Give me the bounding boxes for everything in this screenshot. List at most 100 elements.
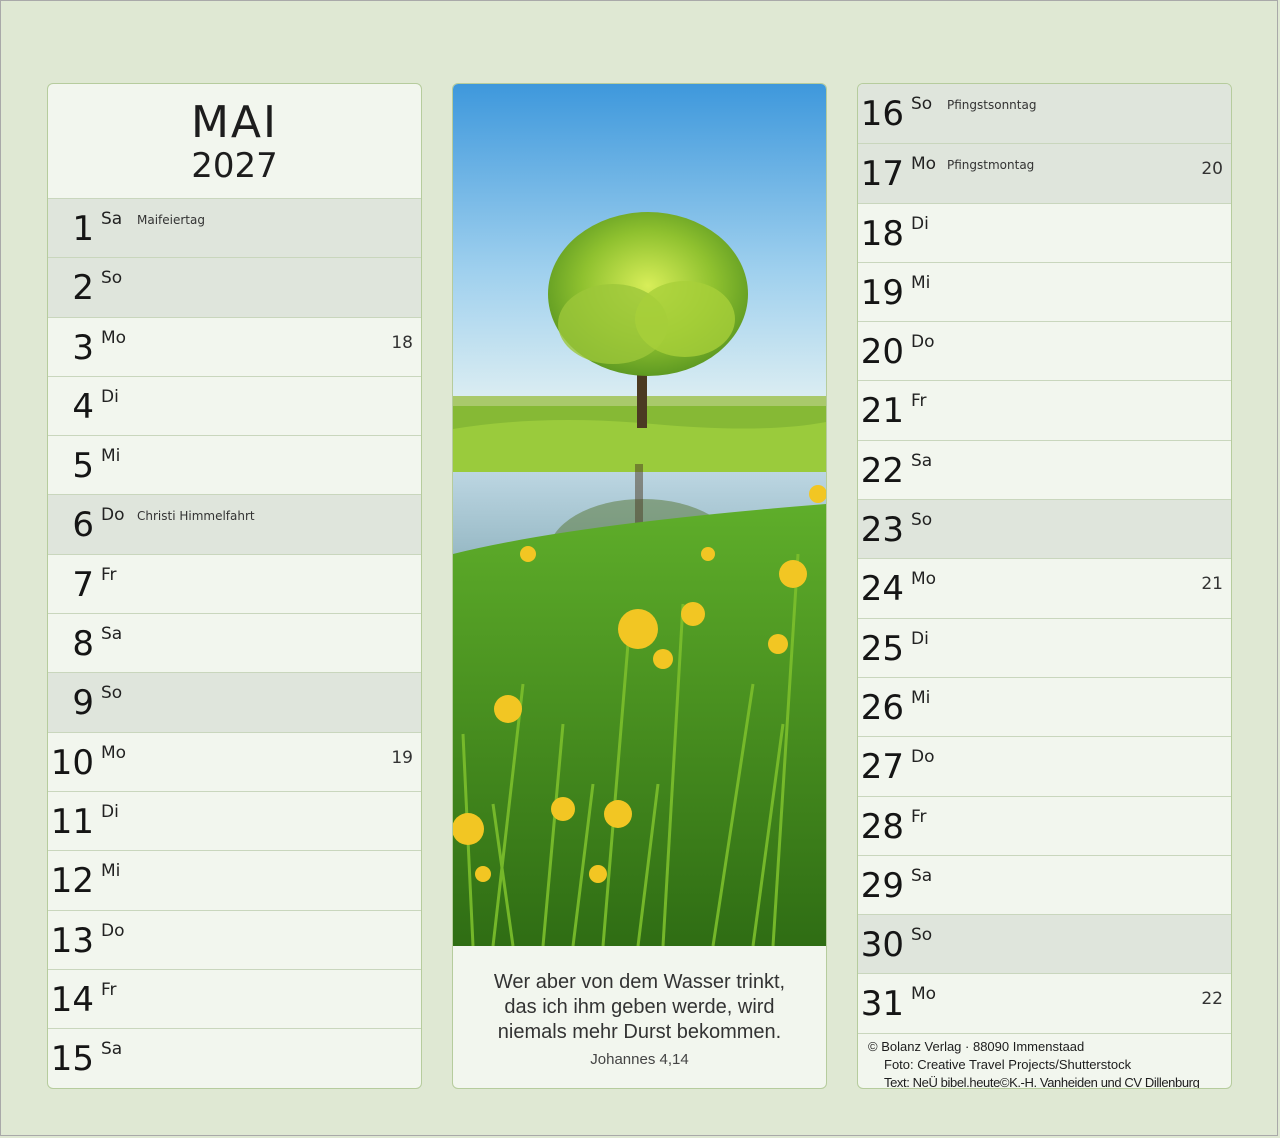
weekday-label: Do [911,747,935,768]
weekday-label: Sa [101,209,123,229]
month-title: MAI [190,97,279,148]
weekday-label: So [911,510,933,531]
day-row: 26 Mi [858,676,1231,736]
week-number: 21 [1201,574,1223,595]
year-title: 2027 [191,146,278,186]
day-number: 20 [860,332,904,373]
day-row: 21 Fr [858,380,1231,439]
day-number: 1 [72,209,94,249]
day-row: 13 Do [48,909,421,969]
quote-line: Wer aber von dem Wasser trinkt, [493,971,786,993]
day-number: 29 [860,865,904,906]
day-number: 15 [50,1039,94,1080]
day-number: 26 [860,687,904,728]
week-number: 20 [1201,159,1223,180]
day-row: 22 Sa [858,439,1231,499]
day-number: 11 [50,801,94,842]
day-row: 23 So [858,499,1231,559]
weekday-label: Sa [911,865,933,886]
weekday-label: Mo [101,742,127,763]
holiday-label: Maifeiertag [137,213,205,227]
weekday-label: So [911,925,933,946]
day-number: 23 [860,510,904,551]
holiday-label: Pfingstmontag [947,158,1035,173]
day-row: 14 Fr [48,968,421,1028]
day-row: 25 Di [858,617,1231,677]
day-number: 25 [860,628,904,669]
day-row: 15 Sa [48,1028,421,1087]
weekday-label: Di [101,386,119,407]
day-number: 2 [72,268,94,309]
weekday-label: Mo [911,984,937,1005]
calendar-column-left: MAI 2027 1 Sa Maifeiertag 2 So 3 Mo 18 4 Di 5 Mi 6 Do… [47,83,422,1089]
day-number: 24 [860,569,904,610]
weekday-label: Mi [911,272,931,293]
day-row: 16 So Pfingstsonntag [858,84,1231,144]
day-number: 28 [860,806,904,847]
day-number: 27 [860,747,904,788]
day-number: 16 [860,94,904,134]
text-credit: Text: NeÜ bibel.heute©K.-H. Vanheiden un… [884,1074,1200,1089]
day-row: 30 So [858,914,1231,974]
weekday-label: Fr [101,979,117,1000]
day-number: 31 [860,984,904,1025]
calendar-column-right: 16 So Pfingstsonntag 17 Mo Pfingstmontag 20 18 D… [857,83,1232,1089]
weekday-label: Mi [101,861,121,882]
weekday-label: So [101,683,123,704]
day-list-right: 16 So Pfingstsonntag 17 Mo Pfingstmontag 20 18 D… [858,84,1231,1033]
day-number: 17 [860,154,904,195]
day-list-left: 1 Sa Maifeiertag 2 So 3 Mo 18 4 Di 5 Mi 6 Do Christi H… [48,198,421,1087]
day-number: 7 [72,564,94,605]
day-row: 31 Mo 22 [858,973,1231,1032]
publisher-credit: © Bolanz Verlag · 88090 Immenstaad [868,1038,1085,1054]
day-row: 12 Mi [48,850,421,909]
day-number: 8 [72,624,94,665]
weekday-label: Sa [101,624,123,645]
weekday-label: Fr [911,391,927,412]
day-row: 9 So [48,672,421,732]
quote-box: Wer aber von dem Wasser trinkt, das ich … [453,946,826,1088]
day-row: 4 Di [48,375,421,435]
weekday-label: Do [101,505,125,526]
calendar-header: MAI 2027 [48,84,421,198]
weekday-label: Di [101,801,119,822]
day-row: 2 So [48,257,421,317]
day-number: 9 [72,683,94,724]
weekday-label: Mo [101,327,127,348]
quote-line: das ich ihm geben werde, wird [504,996,775,1018]
weekday-label: Do [911,332,935,353]
weekday-label: Fr [101,564,117,585]
day-number: 4 [72,386,94,427]
photo-credit: Foto: Creative Travel Projects/Shutterst… [884,1056,1132,1072]
day-number: 3 [72,327,94,368]
day-row: 28 Fr [858,795,1231,855]
day-number: 19 [860,272,904,313]
day-number: 13 [50,920,94,961]
day-number: 14 [50,979,94,1020]
day-row: 6 Do Christi Himmelfahrt [48,494,421,554]
weekday-label: Di [911,628,929,649]
weekday-label: Di [911,213,929,234]
quote-reference: Johannes 4,14 [590,1051,689,1068]
weekday-label: Sa [101,1039,123,1060]
day-row: 29 Sa [858,854,1231,914]
day-number: 12 [50,861,94,902]
weekday-label: Mo [911,154,937,175]
day-row: 7 Fr [48,553,421,613]
day-number: 22 [860,450,904,491]
day-number: 18 [860,213,904,254]
weekday-label: Mi [101,446,121,467]
day-number: 30 [860,925,904,966]
day-row: 17 Mo Pfingstmontag 20 [858,143,1231,203]
week-number: 19 [391,747,413,768]
landscape-photo [453,84,826,946]
weekday-label: Do [101,920,125,941]
day-row: 1 Sa Maifeiertag [48,198,421,258]
weekday-label: So [911,94,933,114]
day-row: 20 Do [858,321,1231,380]
weekday-label: Sa [911,450,933,471]
weekday-label: So [101,268,123,289]
day-row: 19 Mi [858,261,1231,321]
weekday-label: Fr [911,806,927,827]
day-row: 11 Di [48,790,421,850]
